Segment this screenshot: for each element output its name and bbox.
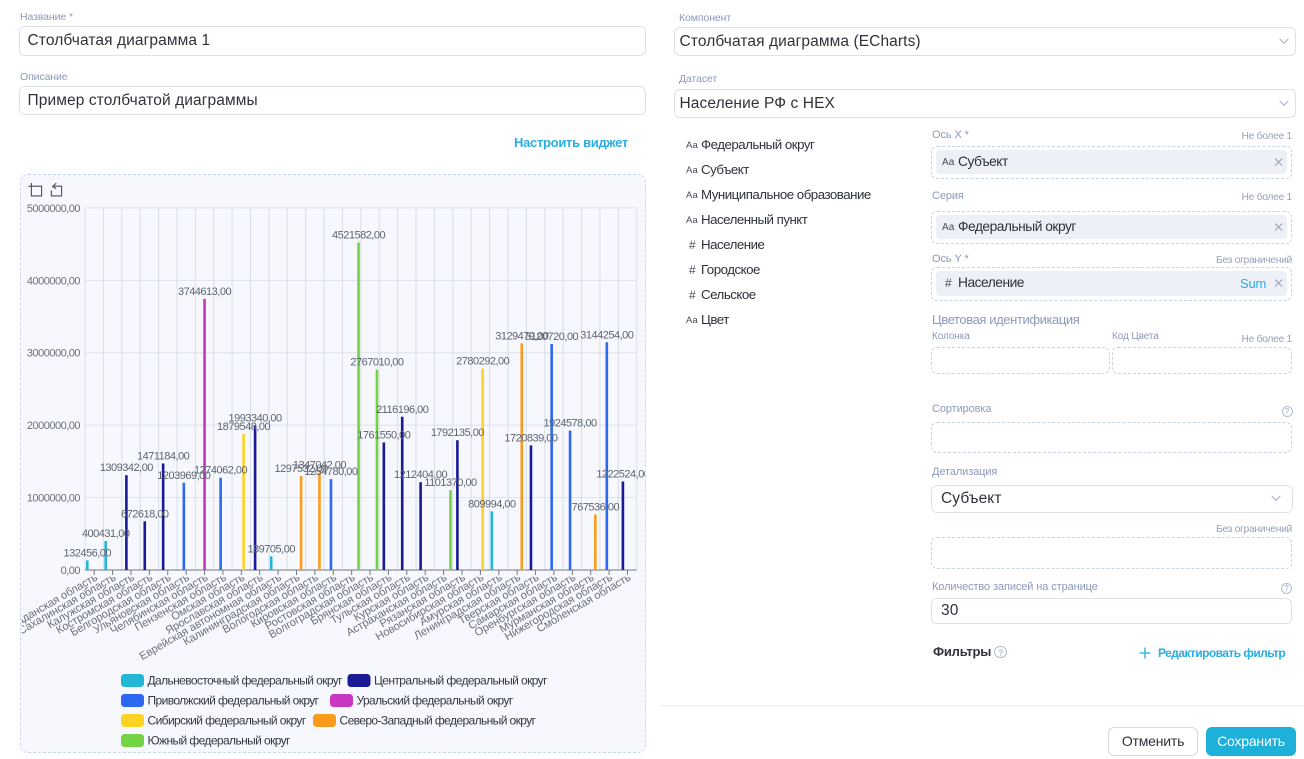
svg-text:Сибирский федеральный округ: Сибирский федеральный округ	[148, 713, 307, 727]
svg-text:1761550,00: 1761550,00	[357, 429, 410, 441]
svg-text:1720839,00: 1720839,00	[504, 432, 557, 444]
svg-text:4521582,00: 4521582,00	[332, 229, 385, 241]
svg-text:1309342,00: 1309342,00	[100, 462, 153, 474]
svg-text:1471184,00: 1471184,00	[137, 450, 190, 462]
svg-text:189705,00: 189705,00	[247, 543, 295, 555]
svg-text:Центральный федеральный округ: Центральный федеральный округ	[374, 673, 548, 687]
svg-text:1924578,00: 1924578,00	[543, 417, 596, 429]
svg-text:809994,00: 809994,00	[468, 498, 516, 510]
svg-text:767536,00: 767536,00	[572, 501, 620, 513]
svg-text:0,00: 0,00	[61, 565, 81, 577]
svg-text:Уральский федеральный округ: Уральский федеральный округ	[357, 693, 514, 707]
svg-text:2116196,00: 2116196,00	[376, 403, 429, 415]
svg-text:3744613,00: 3744613,00	[178, 285, 231, 297]
svg-text:132456,00: 132456,00	[64, 547, 112, 559]
svg-text:672618,00: 672618,00	[121, 508, 169, 520]
svg-text:3144254,00: 3144254,00	[580, 329, 633, 341]
svg-text:1101370,00: 1101370,00	[424, 477, 477, 489]
svg-text:2000000,00: 2000000,00	[27, 420, 80, 432]
svg-text:Приволжский федеральный округ: Приволжский федеральный округ	[148, 693, 320, 707]
svg-text:3000000,00: 3000000,00	[27, 347, 80, 359]
svg-text:4000000,00: 4000000,00	[27, 275, 80, 287]
svg-text:1993340,00: 1993340,00	[229, 412, 282, 424]
svg-text:5000000,00: 5000000,00	[27, 202, 80, 214]
svg-text:400431,00: 400431,00	[82, 528, 130, 540]
svg-text:2780292,00: 2780292,00	[456, 355, 509, 367]
svg-text:1274062,00: 1274062,00	[194, 464, 247, 476]
svg-text:3120720,00: 3120720,00	[525, 331, 578, 343]
svg-text:1222524,00: 1222524,00	[596, 468, 645, 480]
svg-text:2767010,00: 2767010,00	[350, 356, 403, 368]
svg-text:1792135,00: 1792135,00	[431, 427, 484, 439]
svg-text:1254780,00: 1254780,00	[304, 466, 357, 478]
svg-text:Дальневосточный федеральный ок: Дальневосточный федеральный округ	[148, 673, 344, 687]
svg-text:1000000,00: 1000000,00	[27, 492, 80, 504]
svg-text:Южный федеральный округ: Южный федеральный округ	[148, 733, 292, 747]
svg-text:Северо-Западный федеральный ок: Северо-Западный федеральный округ	[340, 713, 537, 727]
